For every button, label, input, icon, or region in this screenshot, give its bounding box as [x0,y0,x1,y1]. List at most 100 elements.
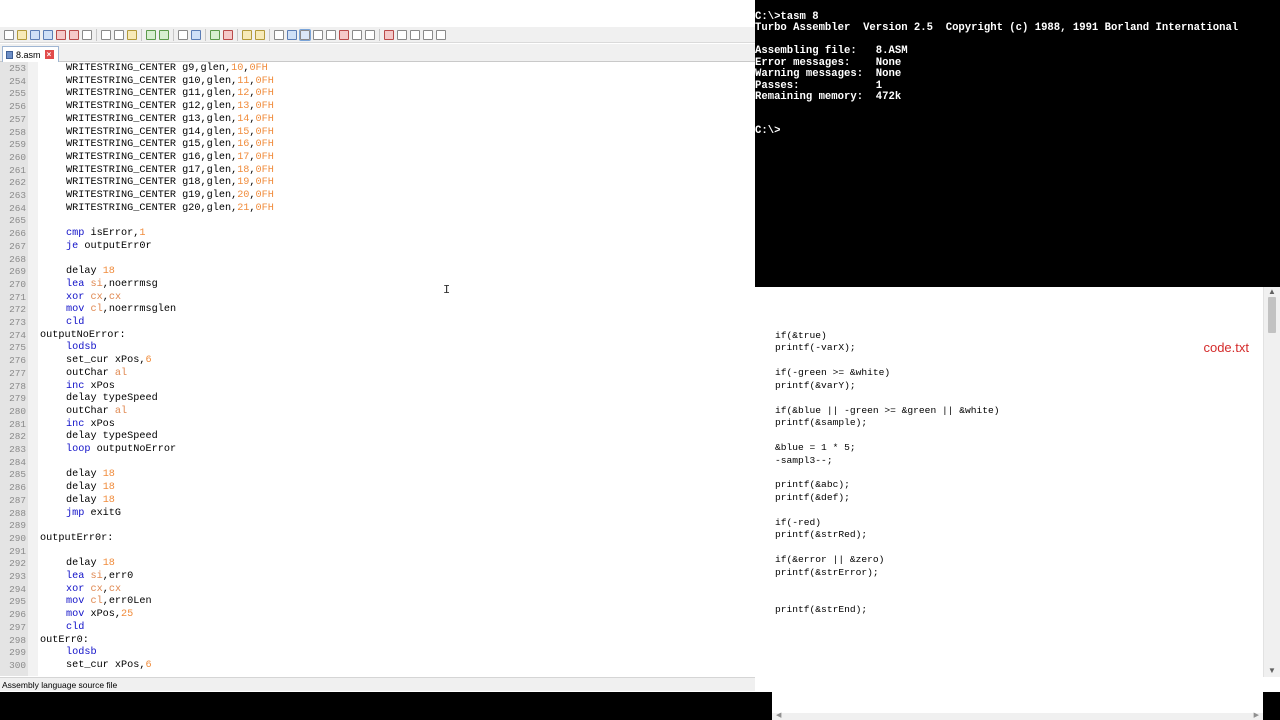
folder-workspace-icon[interactable] [352,29,362,40]
zoom-in-icon[interactable] [210,29,220,40]
line-number: 274 [9,329,26,341]
code-text: delay 18 [66,482,115,495]
code-line: 259 WRITESTRING_CENTER g15,glen,16,0FH [0,139,755,152]
line-number: 257 [9,113,26,125]
code-line: 261 WRITESTRING_CENTER g17,glen,18,0FH [0,165,755,178]
close-file-icon[interactable] [56,29,66,40]
code-line: 298 outErr0: [0,635,755,648]
code-token: xPos [84,418,115,430]
record-macro-icon[interactable] [384,29,394,40]
close-all-icon[interactable] [69,29,79,40]
code-token: delay [66,482,103,494]
code-line: 290 outputErr0r: [0,533,755,546]
play-macro-icon[interactable] [410,29,420,40]
code-token: xor [66,583,85,595]
replace-icon[interactable] [191,29,201,40]
scroll-down-icon[interactable]: ▼ [1268,666,1276,675]
code-text: WRITESTRING_CENTER g9,glen,10,0FH [66,63,268,76]
code-token: outputNoError: [40,329,126,341]
code-token: inc [66,380,85,392]
scroll-right-icon[interactable]: ▶ [1254,711,1259,719]
code-line: 294 xor cx,cx [0,584,755,597]
code-text: delay typeSpeed [66,431,158,444]
code-text: xor cx,cx [66,292,121,305]
dos-terminal[interactable]: C:\>tasm 8 Turbo Assembler Version 2.5 Co… [755,0,1280,287]
viewer-code-line: if(-red) [775,516,822,528]
close-tab-icon[interactable]: × [44,50,54,59]
open-file-icon[interactable] [17,29,27,40]
new-file-icon[interactable] [4,29,14,40]
find-icon[interactable] [178,29,188,40]
line-number: 269 [9,266,26,278]
viewer-code-line: printf(&abc); [775,479,850,491]
code-token: delay typeSpeed [66,393,158,405]
language-icon[interactable] [313,29,323,40]
code-token: outChar [66,367,115,379]
word-wrap-icon[interactable] [274,29,284,40]
code-token: mov [66,596,85,608]
code-line: 266 cmp isError,1 [0,228,755,241]
line-number: 283 [9,444,26,455]
line-number: 254 [9,75,26,87]
line-number: 299 [9,647,26,659]
stop-macro-icon[interactable] [397,29,407,40]
save-macro-icon[interactable] [436,29,446,40]
line-number: 266 [9,228,26,240]
function-list-icon[interactable] [339,29,349,40]
sync-vertical-icon[interactable] [242,29,252,40]
monitoring-icon[interactable] [365,29,375,40]
scroll-left-icon[interactable]: ◀ [776,711,781,719]
code-editor[interactable]: 253 WRITESTRING_CENTER g9,glen,10,0FH 254 W… [0,62,755,676]
vertical-scrollbar[interactable]: ▲ ▼ [1263,287,1280,677]
doc-map-icon[interactable] [326,29,336,40]
code-token: outErr0: [40,634,89,646]
line-number: 275 [9,342,26,354]
indent-guide-icon[interactable] [299,28,311,41]
horizontal-scrollbar[interactable]: ◀ ▶ [772,711,1263,720]
code-token: jmp [66,507,85,519]
tab-8-asm[interactable]: 8.asm × [2,46,59,62]
line-number: 300 [9,659,26,671]
code-token: delay typeSpeed [66,431,158,443]
viewer-content[interactable]: if(&true) printf(-varX); if(-green >= &whi… [772,287,1280,692]
run-macro-multiple-icon[interactable] [423,29,433,40]
code-text: cmp isError,1 [66,228,146,241]
scroll-up-icon[interactable]: ▲ [1268,287,1276,296]
sync-horizontal-icon[interactable] [255,29,265,40]
code-token: 1 [139,228,146,240]
zoom-out-icon[interactable] [223,29,233,40]
show-all-chars-icon[interactable] [287,29,297,40]
scroll-thumb[interactable] [1268,297,1276,333]
code-line: 274 outputNoError: [0,330,755,343]
code-token: isError, [84,228,140,240]
code-line: 260 WRITESTRING_CENTER g16,glen,17,0FH [0,152,755,165]
code-text: WRITESTRING_CENTER g20,glen,21,0FH [66,203,274,216]
code-text: je outputErr0r [66,241,152,254]
code-token: cld [66,317,85,328]
save-icon[interactable] [30,29,40,40]
code-line: 286 delay 18 [0,482,755,495]
code-token: 18 [102,482,115,494]
line-number: 272 [9,304,26,316]
line-number: 296 [9,609,26,621]
code-line: 279 delay typeSpeed [0,393,755,406]
cut-icon[interactable] [101,29,111,40]
code-line: 283 loop outputNoError [0,444,755,457]
save-all-icon[interactable] [43,29,53,40]
toolbar-separator [205,28,206,41]
code-line: 280 outChar al [0,406,755,419]
code-token: 14 [237,113,250,125]
code-token: outputNoError [90,444,177,455]
code-token: 0FH [249,63,268,74]
print-icon[interactable] [82,29,92,40]
editor-toolbar [0,27,755,43]
redo-icon[interactable] [159,29,169,40]
code-text: WRITESTRING_CENTER g19,glen,20,0FH [66,190,274,203]
copy-icon[interactable] [114,29,124,40]
code-line: 258 WRITESTRING_CENTER g14,glen,15,0FH [0,127,755,140]
code-token: WRITESTRING_CENTER g9,glen, [66,63,232,74]
terminal-line: Turbo Assembler Version 2.5 Copyright (c… [755,22,1239,34]
line-number: 261 [9,164,26,176]
paste-icon[interactable] [127,29,137,40]
undo-icon[interactable] [146,29,156,40]
